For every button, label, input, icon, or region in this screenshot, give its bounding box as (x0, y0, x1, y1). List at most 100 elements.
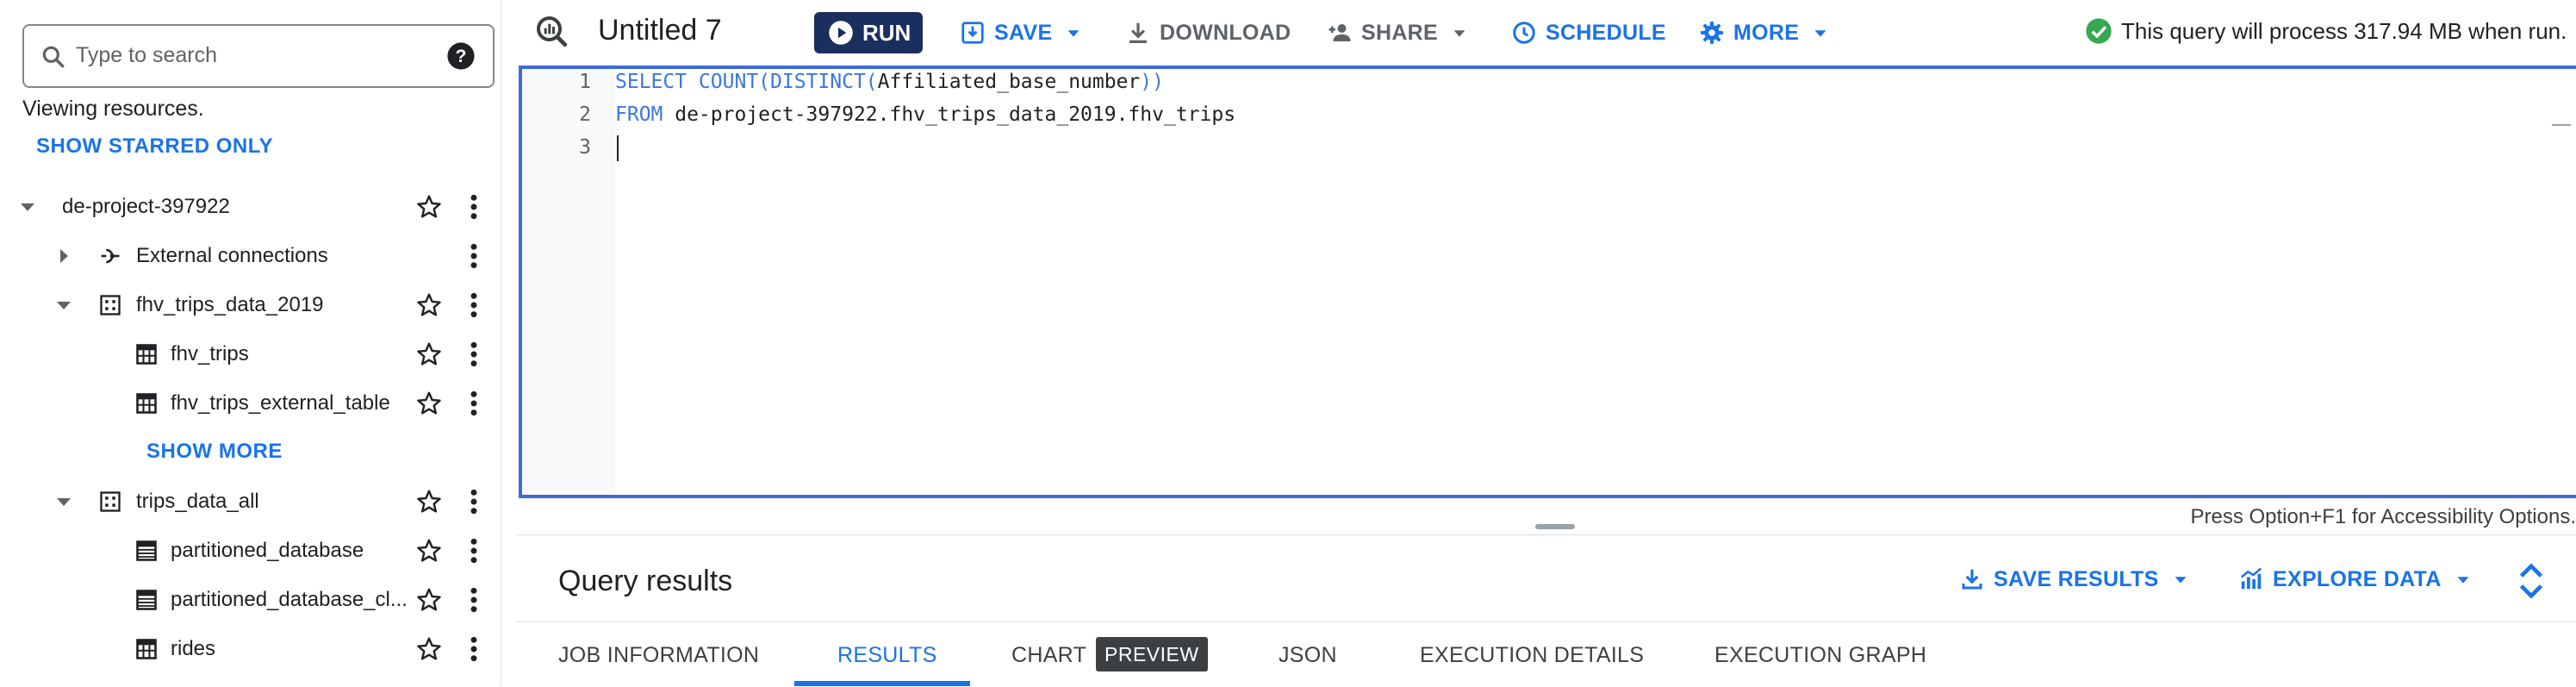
more-vert-icon[interactable] (464, 242, 484, 270)
schedule-label: SCHEDULE (1546, 20, 1666, 45)
query-toolbar: Untitled 7 RUN SAVE DOWNLOAD SHARE SCHED… (501, 0, 2576, 64)
sql-keyword: )) (1140, 71, 1164, 93)
star-icon[interactable] (415, 586, 443, 614)
more-label: MORE (1733, 20, 1800, 45)
star-icon[interactable] (415, 193, 443, 221)
tree-row-table[interactable]: fhv_trips_external_table (0, 379, 501, 428)
explore-data-label: EXPLORE DATA (2273, 566, 2442, 591)
explore-data-button[interactable]: EXPLORE DATA (2238, 566, 2473, 592)
dropdown-arrow-icon (2175, 577, 2187, 584)
preview-badge: PREVIEW (1096, 637, 1208, 671)
line-number-gutter: 1 2 3 (522, 69, 615, 495)
tree-row-external-connections[interactable]: External connections (0, 232, 501, 280)
tab-chart[interactable]: CHART (1011, 643, 1086, 668)
run-label: RUN (862, 19, 912, 46)
query-title[interactable]: Untitled 7 (598, 14, 722, 47)
dropdown-arrow-icon (1453, 30, 1465, 37)
explorer-panel: ? Viewing resources. SHOW STARRED ONLY d… (0, 0, 501, 686)
tree-row-dataset-trips[interactable]: trips_data_all (0, 478, 501, 526)
text-cursor (617, 135, 619, 161)
tree-row-table[interactable]: fhv_trips (0, 330, 501, 378)
query-validation-status: This query will process 317.94 MB when r… (2085, 17, 2567, 45)
tab-execution-graph[interactable]: EXECUTION GRAPH (1714, 643, 1926, 668)
star-icon[interactable] (415, 635, 443, 663)
sql-keyword: FROM (615, 103, 663, 126)
help-icon[interactable]: ? (446, 41, 476, 71)
scrollbar-marker (2552, 124, 2571, 126)
external-connections-label: External connections (136, 244, 328, 267)
star-icon[interactable] (415, 340, 443, 368)
project-label: de-project-397922 (62, 195, 230, 218)
search-box[interactable]: ? (22, 24, 495, 88)
star-icon[interactable] (415, 488, 443, 515)
expand-right-icon[interactable] (53, 246, 74, 266)
play-icon (829, 21, 853, 45)
expand-down-icon[interactable] (53, 295, 74, 315)
expand-down-icon[interactable] (17, 197, 38, 217)
more-vert-icon[interactable] (464, 291, 484, 319)
clock-icon (1513, 22, 1535, 44)
dropdown-arrow-icon (1068, 30, 1080, 37)
tree-row-project[interactable]: de-project-397922 (0, 183, 501, 231)
gear-icon (1700, 21, 1724, 45)
schedule-button[interactable]: SCHEDULE (1511, 17, 1666, 48)
sql-editor[interactable]: 1 2 3 SELECT COUNT(DISTINCT(Affiliated_b… (519, 66, 2576, 498)
more-vert-icon[interactable] (464, 390, 484, 417)
tree-row-table[interactable]: partitioned_database (0, 527, 501, 575)
save-button[interactable]: SAVE (960, 17, 1083, 48)
partitioned-table-icon (136, 540, 157, 561)
save-results-label: SAVE RESULTS (1994, 566, 2159, 591)
check-circle-icon (2086, 18, 2112, 44)
analytics-icon (2240, 567, 2262, 590)
share-button[interactable]: SHARE (1327, 17, 1469, 48)
show-starred-button[interactable]: SHOW STARRED ONLY (36, 134, 273, 159)
tab-results[interactable]: RESULTS (837, 643, 937, 668)
save-icon (961, 22, 984, 44)
sql-keyword: SELECT COUNT(DISTINCT( (615, 71, 878, 93)
more-button[interactable]: MORE (1699, 17, 1830, 48)
download-icon (1129, 22, 1147, 43)
download-button[interactable]: DOWNLOAD (1125, 17, 1291, 48)
resize-handle[interactable] (1535, 524, 1575, 529)
expand-panel-icon[interactable] (2516, 561, 2547, 601)
query-icon (537, 16, 568, 47)
star-icon[interactable] (415, 537, 443, 565)
results-title: Query results (558, 565, 733, 597)
search-input[interactable] (74, 38, 436, 72)
accessibility-hint: Press Option+F1 for Accessibility Option… (2190, 505, 2576, 528)
save-results-button[interactable]: SAVE RESULTS (1959, 566, 2190, 592)
sql-identifier: Affiliated_base_number (877, 71, 1141, 93)
code-line-2[interactable]: FROM de-project-397922.fhv_trips_data_20… (615, 103, 1235, 134)
more-vert-icon[interactable] (464, 537, 484, 565)
line-number: 2 (579, 103, 591, 126)
more-vert-icon[interactable] (464, 340, 484, 368)
line-number: 3 (579, 136, 591, 159)
code-line-1[interactable]: SELECT COUNT(DISTINCT(Affiliated_base_nu… (615, 71, 1164, 102)
table-label: partitioned_database_cl... (171, 588, 408, 611)
tree-row-dataset-fhv[interactable]: fhv_trips_data_2019 (0, 281, 501, 329)
expand-down-icon[interactable] (53, 491, 74, 512)
query-results-panel: Query results SAVE RESULTS EXPLORE DATA … (517, 534, 2576, 686)
star-icon[interactable] (415, 291, 443, 319)
more-vert-icon[interactable] (464, 488, 484, 515)
run-button[interactable]: RUN (814, 12, 923, 53)
search-icon (42, 46, 65, 68)
dataset-label: trips_data_all (136, 490, 259, 513)
status-text: This query will process 317.94 MB when r… (2121, 17, 2567, 44)
dropdown-arrow-icon (1814, 30, 1826, 37)
tree-row-table[interactable]: rides (0, 625, 501, 673)
star-icon[interactable] (415, 390, 443, 417)
active-tab-indicator (794, 681, 970, 686)
download-label: DOWNLOAD (1160, 20, 1291, 45)
tab-json[interactable]: JSON (1279, 643, 1337, 668)
share-label: SHARE (1361, 20, 1439, 45)
tree-row-table[interactable]: partitioned_database_cl... (0, 576, 501, 624)
sql-table-path: de-project-397922.fhv_trips_data_2019.fh… (663, 103, 1236, 126)
more-vert-icon[interactable] (464, 586, 484, 614)
tab-execution-details[interactable]: EXECUTION DETAILS (1420, 643, 1644, 668)
show-more-button[interactable]: SHOW MORE (146, 440, 283, 464)
save-download-icon (1962, 569, 1982, 590)
more-vert-icon[interactable] (464, 193, 484, 221)
more-vert-icon[interactable] (464, 635, 484, 663)
tab-job-information[interactable]: JOB INFORMATION (558, 643, 759, 668)
